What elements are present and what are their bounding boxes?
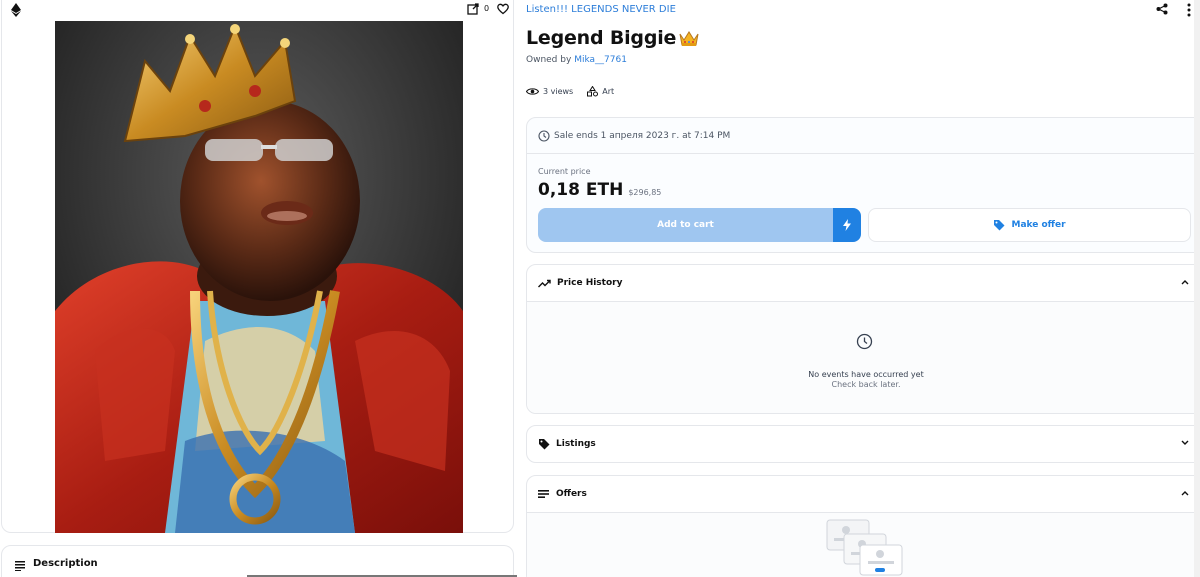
sale-card: Sale ends 1 апреля 2023 г. at 7:14 PM Cu… <box>526 117 1200 253</box>
add-to-cart-button[interactable]: Add to cart <box>538 208 833 242</box>
make-offer-button[interactable]: Make offer <box>868 208 1191 242</box>
no-events-text: No events have occurred yet <box>808 370 924 379</box>
chevron-up-icon <box>1181 491 1189 496</box>
page-scrollbar[interactable] <box>1194 0 1200 577</box>
list-icon <box>538 490 549 498</box>
trending-icon <box>538 279 551 287</box>
item-stats: 3 views Art <box>526 86 628 97</box>
make-offer-label: Make offer <box>1011 220 1066 230</box>
clock-icon <box>538 129 550 142</box>
owned-by-label: Owned by <box>526 55 572 65</box>
item-title: Legend Biggie <box>526 27 677 49</box>
price-usd: $296,85 <box>628 188 662 197</box>
more-options-icon[interactable] <box>1187 3 1191 17</box>
chevron-down-icon <box>1181 440 1189 445</box>
list-icon <box>15 561 25 571</box>
listings-header[interactable]: Listings <box>527 426 1200 462</box>
shapes-icon <box>587 86 599 97</box>
tag-icon <box>539 439 550 450</box>
description-panel[interactable]: Description <box>1 545 514 577</box>
description-label: Description <box>33 558 98 569</box>
lightning-icon <box>843 219 851 231</box>
price-history-header[interactable]: Price History <box>527 265 1200 301</box>
item-title-row: Legend Biggie <box>526 27 699 49</box>
offers-title: Offers <box>556 489 587 499</box>
buy-now-button[interactable] <box>833 208 861 242</box>
clock-icon <box>856 333 873 350</box>
views-stat: 3 views <box>526 87 573 96</box>
tag-icon <box>994 220 1005 231</box>
empty-offers-illustration <box>826 519 903 576</box>
price-row: 0,18 ETH $296,85 <box>538 180 661 200</box>
collection-link[interactable]: Listen!!! LEGENDS NEVER DIE <box>526 4 676 15</box>
listings-panel: Listings <box>526 425 1200 463</box>
heart-icon[interactable] <box>497 3 509 15</box>
sale-end-text: Sale ends 1 апреля 2023 г. at 7:14 PM <box>554 130 731 141</box>
artwork-portrait <box>55 21 463 533</box>
check-back-text: Check back later. <box>831 380 901 389</box>
media-toolbar: 0 <box>2 0 513 20</box>
listings-title: Listings <box>556 439 596 449</box>
eye-icon <box>526 88 539 95</box>
price-history-title: Price History <box>557 278 623 288</box>
category-label: Art <box>602 87 615 96</box>
crown-emoji-icon <box>679 30 699 46</box>
share-icon[interactable] <box>1156 3 1168 15</box>
external-link-icon[interactable] <box>467 3 479 15</box>
nft-item-page: 0 Description Listen!!! LEGENDS NEVER DI… <box>0 0 1200 577</box>
offers-header[interactable]: Offers <box>527 476 1200 512</box>
price-history-panel: Price History No events have occurred ye… <box>526 264 1200 414</box>
media-card: 0 <box>1 0 514 533</box>
chevron-up-icon <box>1181 280 1189 285</box>
price-eth: 0,18 ETH <box>538 180 624 200</box>
offers-body <box>527 512 1200 577</box>
artwork-image[interactable] <box>55 21 463 533</box>
current-price-label: Current price <box>538 167 591 176</box>
sale-end-row: Sale ends 1 апреля 2023 г. at 7:14 PM <box>527 118 1200 154</box>
ethereum-icon <box>11 3 21 17</box>
offers-panel: Offers <box>526 475 1200 577</box>
owner-link[interactable]: Mika__7761 <box>574 55 627 65</box>
favorites-count: 0 <box>484 4 490 13</box>
category-stat[interactable]: Art <box>587 86 614 97</box>
views-count: 3 views <box>543 87 574 96</box>
owner-line: Owned by Mika__7761 <box>526 55 627 65</box>
price-history-body: No events have occurred yet Check back l… <box>527 301 1200 413</box>
